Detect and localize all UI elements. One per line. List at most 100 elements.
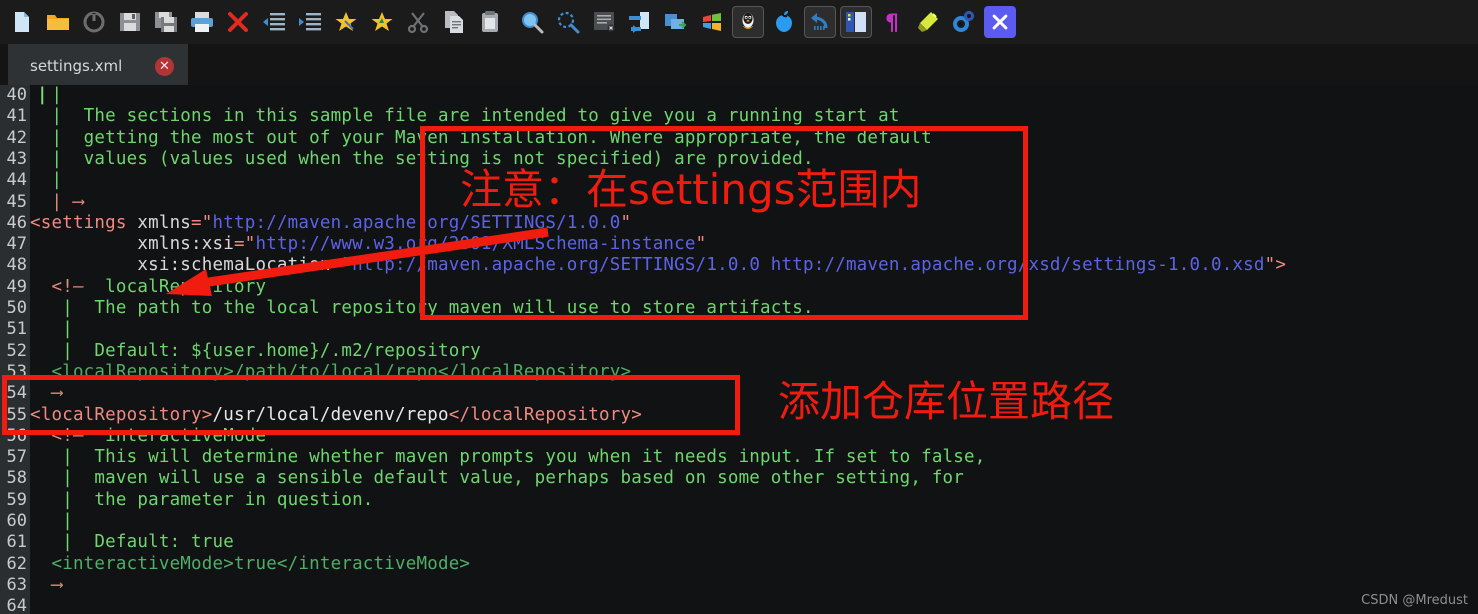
new-file-icon[interactable] xyxy=(6,6,38,38)
line-number: 52 xyxy=(6,340,27,361)
toolbar-separator xyxy=(508,6,514,38)
code-line: <settings xmlns="http://maven.apache.org… xyxy=(30,213,631,234)
code-token: " xyxy=(695,234,707,255)
code-token: xmlns xyxy=(126,212,192,233)
code-token: | The sections in this sample file are i… xyxy=(30,106,900,127)
code-token: | xyxy=(30,511,73,531)
code-token: | maven will use a sensible default valu… xyxy=(30,468,965,489)
line-number: 58 xyxy=(6,468,27,489)
save-all-icon[interactable] xyxy=(150,6,182,38)
outdent-icon[interactable] xyxy=(258,6,290,38)
code-token: interactiveMode xyxy=(83,425,267,446)
line-number: 63 xyxy=(6,574,27,595)
copy-icon[interactable] xyxy=(438,6,470,38)
code-line: <!— localRepository xyxy=(30,277,266,298)
line-number: 57 xyxy=(6,447,27,468)
line-number: 43 xyxy=(6,148,27,169)
code-token: | getting the most out of your Maven ins… xyxy=(30,127,932,148)
line-number: 64 xyxy=(6,596,27,614)
code-line: ⟶ xyxy=(30,575,62,596)
code-token: <interactiveMode>true</interactiveMode> xyxy=(30,553,471,574)
line-number: 47 xyxy=(6,234,27,255)
code-line: | the parameter in question. xyxy=(30,490,374,511)
quit-icon[interactable] xyxy=(984,6,1016,38)
code-token: =" xyxy=(233,234,256,255)
print-icon[interactable] xyxy=(186,6,218,38)
line-number: 50 xyxy=(6,298,27,318)
line-number: 42 xyxy=(6,127,27,148)
bookmark-next-icon[interactable] xyxy=(366,6,398,38)
line-number: 46 xyxy=(6,212,27,233)
reload-icon[interactable] xyxy=(78,6,110,38)
compare-icon[interactable] xyxy=(660,6,692,38)
word-wrap-icon[interactable] xyxy=(624,6,656,38)
highlighter-icon[interactable] xyxy=(912,6,944,38)
code-token: xsi:schemaLocation xyxy=(30,255,331,276)
indent-icon[interactable] xyxy=(294,6,326,38)
code-line: ⟶ xyxy=(30,383,62,404)
code-line: <localRepository>/path/to/local/repo</lo… xyxy=(30,362,631,383)
windows-eol-icon[interactable] xyxy=(696,6,728,38)
tab-close-icon[interactable]: ✕ xyxy=(155,57,174,76)
watermark: CSDN @Mredust xyxy=(1361,593,1468,608)
tab-label: settings.xml xyxy=(30,56,123,75)
line-number: 61 xyxy=(6,532,27,553)
line-number: 53 xyxy=(6,361,27,382)
text-caret: | xyxy=(37,85,48,105)
code-line: <!— interactiveMode xyxy=(30,426,266,447)
code-token: | The path to the local repository maven… xyxy=(30,298,814,318)
code-line: | Default: true xyxy=(30,532,234,553)
code-token: </localRepository> xyxy=(448,404,642,425)
code-line: <interactiveMode>true</interactiveMode> xyxy=(30,554,470,575)
code-line: <localRepository>/usr/local/devenv/repo<… xyxy=(30,405,642,426)
undo-icon[interactable] xyxy=(804,6,836,38)
code-token: <!— xyxy=(51,276,84,297)
replace-icon[interactable] xyxy=(552,6,584,38)
code-line: | The path to the local repository maven… xyxy=(30,298,814,319)
code-editor[interactable]: 40 41 42 43 44 45 46 47 48 49 50 51 52 53 54 55 56 57 58 59… xyxy=(0,85,1478,614)
settings-gear-icon[interactable] xyxy=(948,6,980,38)
line-number: 49 xyxy=(6,276,27,297)
linux-eol-icon[interactable] xyxy=(732,6,764,38)
line-number: 45 xyxy=(6,191,27,212)
line-number: 41 xyxy=(6,106,27,127)
cut-icon[interactable] xyxy=(402,6,434,38)
bookmark-toggle-icon[interactable] xyxy=(330,6,362,38)
code-line: | getting the most out of your Maven ins… xyxy=(30,128,932,149)
search-icon[interactable] xyxy=(516,6,548,38)
code-line: | ⟶ xyxy=(30,192,84,213)
pilcrow-icon[interactable]: ¶ xyxy=(876,6,908,38)
code-token: > xyxy=(1275,255,1287,276)
code-line: | xyxy=(30,319,73,340)
code-line: | Default: ${user.home}/.m2/repository xyxy=(30,341,481,362)
line-number: 51 xyxy=(6,319,27,340)
code-token: | This will determine whether maven prom… xyxy=(30,447,986,468)
code-token: ⟶ xyxy=(30,383,63,404)
line-number: 56 xyxy=(6,425,27,446)
close-icon[interactable] xyxy=(222,6,254,38)
save-icon[interactable] xyxy=(114,6,146,38)
paste-icon[interactable] xyxy=(474,6,506,38)
code-line: | maven will use a sensible default valu… xyxy=(30,468,964,489)
line-number: 54 xyxy=(6,383,27,404)
code-token: | the parameter in question. xyxy=(30,489,374,510)
tab-settings-xml[interactable]: settings.xml ✕ xyxy=(8,44,188,85)
code-token: <localRepository>/path/to/local/repo</lo… xyxy=(30,361,632,382)
goto-line-icon[interactable] xyxy=(588,6,620,38)
split-view-icon[interactable] xyxy=(840,6,872,38)
code-token: =" xyxy=(330,255,353,276)
line-number: 48 xyxy=(6,255,27,276)
code-token: ⟶ xyxy=(30,574,63,595)
code-token: " xyxy=(1264,255,1276,276)
code-token: | xyxy=(30,170,63,191)
line-number: 62 xyxy=(6,553,27,574)
open-folder-icon[interactable] xyxy=(42,6,74,38)
code-line: | xyxy=(30,170,62,191)
code-token: xmlns:xsi xyxy=(30,234,234,255)
code-line: | The sections in this sample file are i… xyxy=(30,106,900,127)
code-token: | xyxy=(30,319,73,340)
code-token: http://www.w3.org/2001/XMLSchema-instanc… xyxy=(255,234,696,255)
mac-eol-icon[interactable] xyxy=(768,6,800,38)
